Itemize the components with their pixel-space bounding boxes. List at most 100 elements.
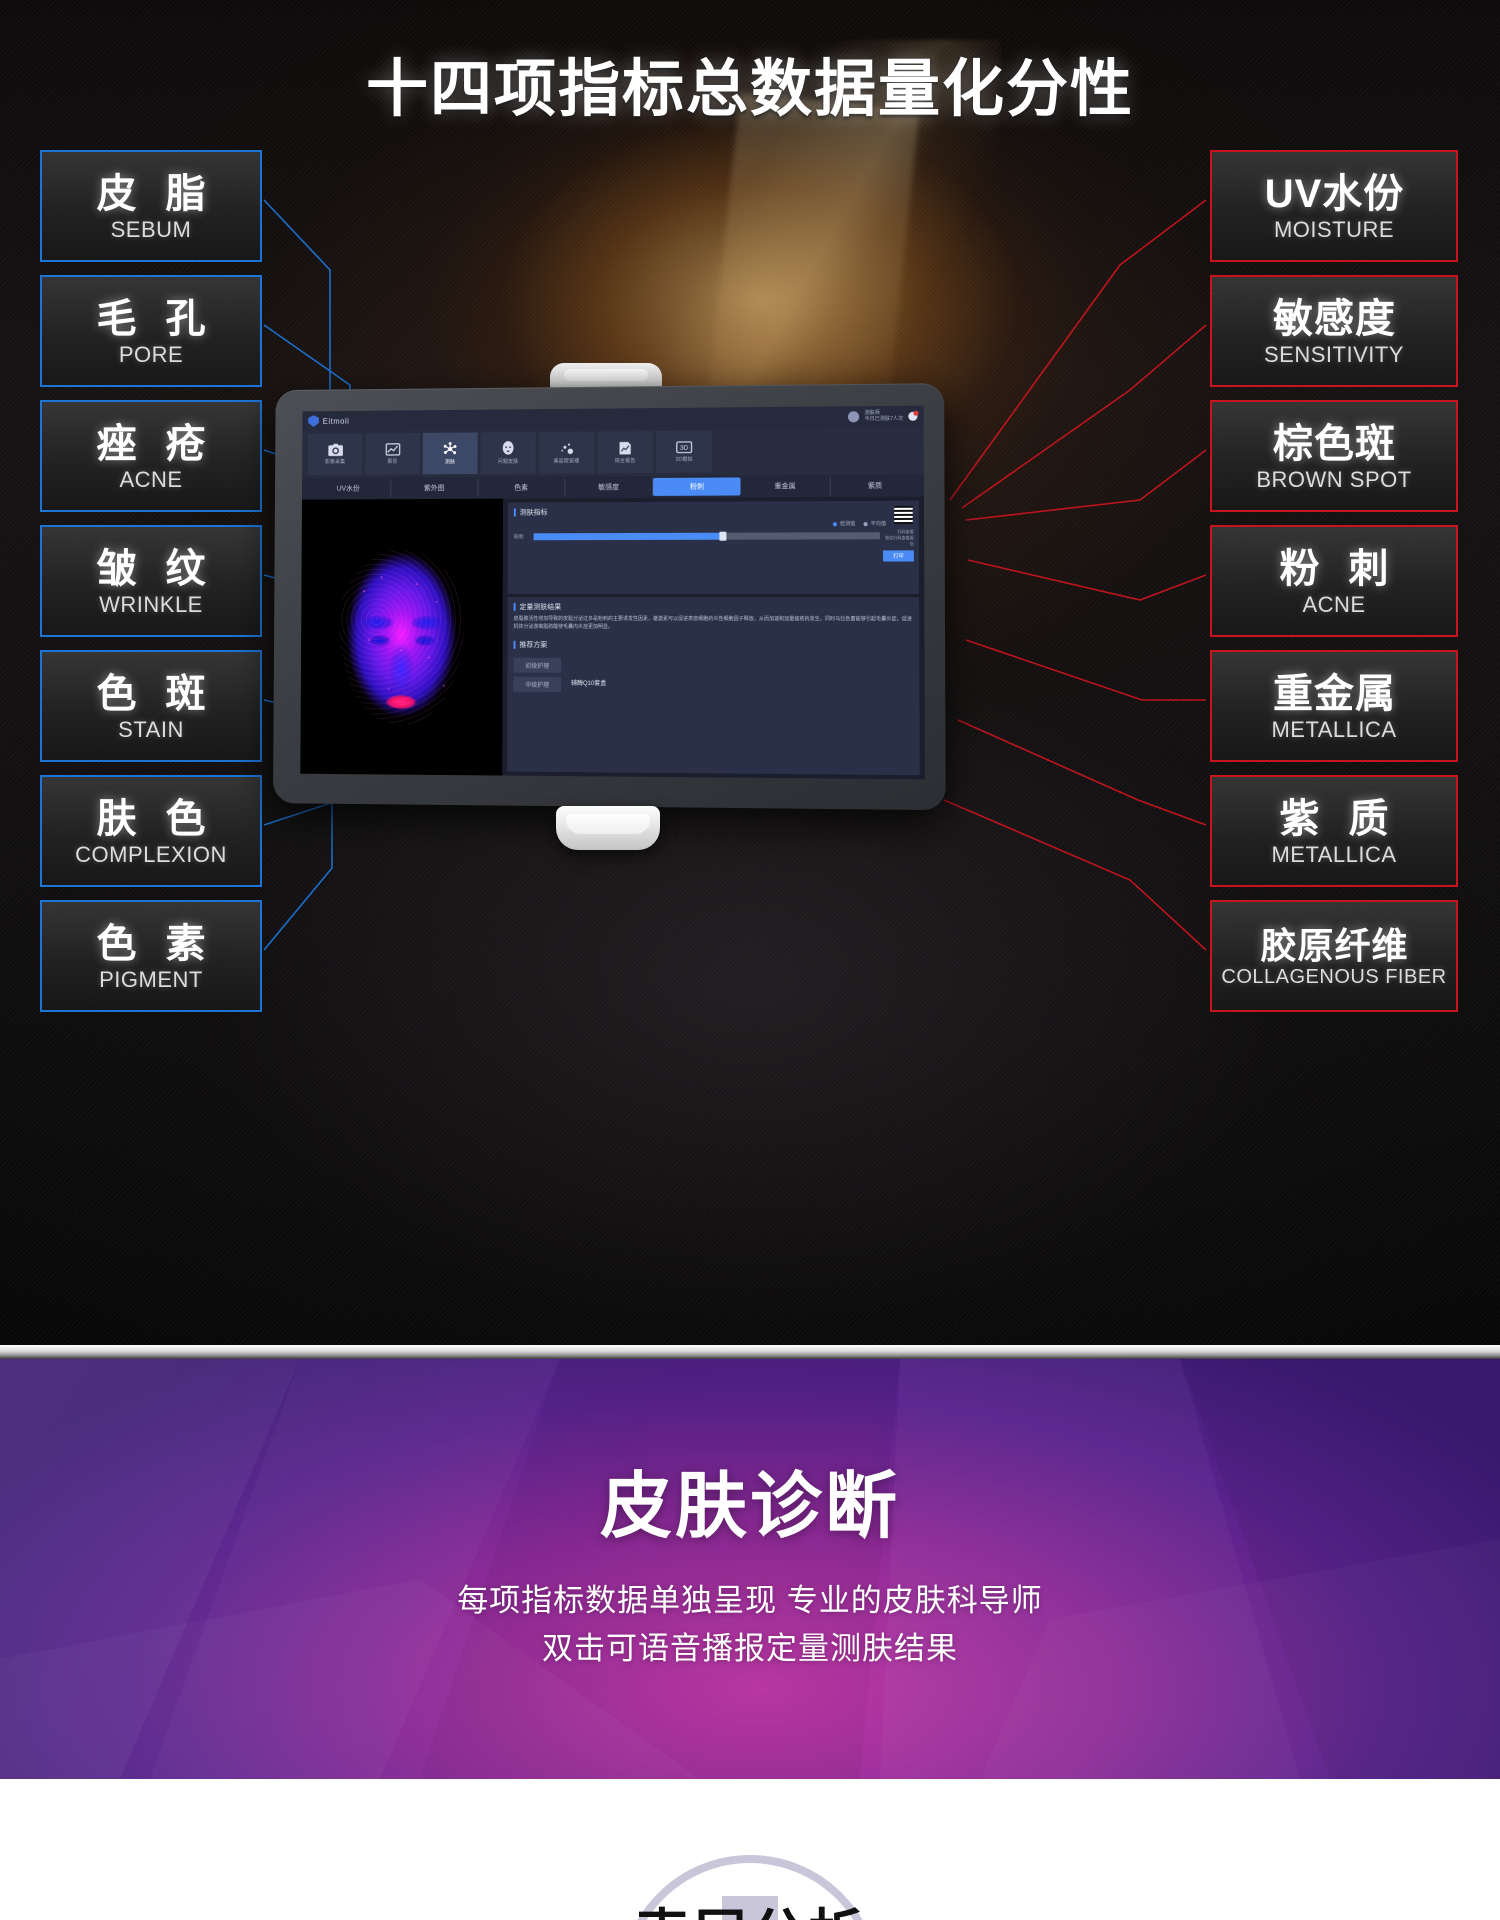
indicator-label-cn: 皮 脂 — [96, 172, 215, 216]
indicator-label-cn: 皱 纹 — [96, 547, 215, 591]
tool-button-capture[interactable]: 影像采集 — [307, 433, 363, 476]
card-accent-bar — [513, 640, 516, 649]
indicator-label-collagen-fiber[interactable]: 胶原纤维 COLLAGENOUS FIBER — [1210, 900, 1458, 1012]
indicator-label-sensitivity[interactable]: 敏感度 SENSITIVITY — [1210, 275, 1458, 387]
tool-label: 报告 — [387, 458, 398, 465]
indicator-label-cn: 毛 孔 — [96, 297, 215, 341]
indicator-label-pore[interactable]: 毛 孔 PORE — [40, 275, 262, 387]
user-subtext: 今日已测肤7人次 — [864, 415, 904, 423]
section-divider — [0, 1345, 1500, 1359]
slider-label: 粉刺 — [513, 534, 524, 541]
legend-label: 检测值 — [839, 521, 856, 528]
tab-uv-image[interactable]: 紫外图 — [391, 478, 479, 498]
tablet-device: Eitmoli 测肤师 今日已测肤7人次 影像采集 报告 测肤 问题皮肤 美容院… — [268, 363, 958, 863]
print-button[interactable]: 打印 — [883, 550, 914, 562]
indicator-label-cn: 紫 质 — [1279, 797, 1398, 841]
footer-title: 表层分析 — [0, 1891, 1500, 1920]
indicator-label-en: METALLICA — [1271, 842, 1397, 867]
indicator-label-comedo[interactable]: 粉 刺 ACNE — [1210, 525, 1458, 637]
indicator-label-brown-spot[interactable]: 棕色斑 BROWN SPOT — [1210, 400, 1458, 512]
uv-face-viewer[interactable] — [300, 498, 504, 776]
bubbles-icon — [559, 441, 574, 455]
user-avatar-icon[interactable] — [848, 410, 860, 422]
legend-item-average: 平均值 — [863, 520, 887, 528]
indicator-label-complexion[interactable]: 肤 色 COMPLEXION — [40, 775, 262, 887]
legend-label: 平均值 — [870, 521, 887, 528]
legend-dot-average — [863, 521, 868, 526]
face-icon — [501, 441, 515, 456]
tool-button-3d[interactable]: 3D 3D模拟 — [656, 430, 713, 473]
tab-uv-moisture[interactable]: UV水份 — [305, 479, 392, 498]
tab-comedo[interactable]: 粉刺 — [653, 477, 741, 496]
brand-name: Eitmoli — [322, 416, 350, 426]
indicator-label-porphyrin[interactable]: 紫 质 METALLICA — [1210, 775, 1458, 887]
result-card: 定量测肤结果 皮脂腺活性增加导致的皮脂分泌过多是粉刺的主要诱发性因素，雄激素可以… — [507, 596, 920, 776]
plan-card-title: 推荐方案 — [519, 641, 548, 649]
indicator-label-en: MOISTURE — [1273, 217, 1395, 242]
qr-code-icon[interactable] — [894, 505, 913, 525]
tool-button-skin-test[interactable]: 测肤 — [422, 432, 478, 475]
brand-shield-icon — [308, 415, 319, 427]
indicator-label-en: METALLICA — [1271, 717, 1397, 742]
tablet-screen[interactable]: Eitmoli 测肤师 今日已测肤7人次 影像采集 报告 测肤 问题皮肤 美容院… — [300, 405, 925, 780]
indicator-card-title: 测肤指标 — [519, 509, 548, 517]
slider-knob[interactable] — [719, 531, 727, 541]
indicator-label-sebum[interactable]: 皮 脂 SEBUM — [40, 150, 262, 262]
tool-button-comprehensive-report[interactable]: 综合报告 — [597, 431, 654, 474]
indicator-label-cn: 色 素 — [96, 922, 215, 966]
indicator-label-cn: 敏感度 — [1273, 297, 1396, 341]
banner-subtitle: 每项指标数据单独呈现 专业的皮肤科导师 双击可语音播报定量测肤结果 — [0, 1577, 1500, 1673]
indicator-card: 测肤指标 检测值 平均值 粉刺 扫码查看 微信扫码查看报告 打印 — [507, 500, 920, 595]
indicator-label-wrinkle[interactable]: 皱 纹 WRINKLE — [40, 525, 262, 637]
tab-porphyrin[interactable]: 紫质 — [830, 476, 919, 495]
indicator-label-cn: 重金属 — [1273, 672, 1396, 716]
indicator-label-acne[interactable]: 痤 疮 ACNE — [40, 400, 262, 512]
indicator-label-cn: 痤 疮 — [96, 422, 215, 466]
tool-button-report[interactable]: 报告 — [365, 432, 420, 475]
indicator-label-en: SEBUM — [110, 217, 192, 242]
tab-sensitivity[interactable]: 敏感度 — [565, 477, 654, 497]
tab-heavy-metal[interactable]: 重金属 — [740, 476, 831, 496]
legend: 检测值 平均值 — [514, 520, 913, 528]
indicator-label-en: WRINKLE — [99, 592, 203, 617]
tab-pigment[interactable]: 色素 — [478, 478, 566, 497]
tool-label: 问题皮肤 — [497, 458, 519, 465]
plan-option-intermediate[interactable]: 中级护理 — [513, 676, 562, 692]
banner-title: 皮肤诊断 — [599, 1467, 900, 1547]
indicator-slider[interactable]: 粉刺 — [513, 531, 913, 541]
indicator-label-cn: 色 斑 — [96, 672, 215, 716]
slider-track[interactable] — [533, 531, 880, 541]
tool-label: 3D模拟 — [675, 456, 693, 463]
notification-icon[interactable] — [908, 411, 918, 421]
plan-card-header: 推荐方案 — [513, 639, 913, 650]
indicator-label-heavy-metal[interactable]: 重金属 METALLICA — [1210, 650, 1458, 762]
tool-label: 影像采集 — [324, 459, 346, 466]
indicator-label-cn: 肤 色 — [96, 797, 215, 841]
app-tab-strip: UV水份 紫外图 色素 敏感度 粉刺 重金属 紫质 — [301, 474, 924, 500]
indicator-label-stain[interactable]: 色 斑 STAIN — [40, 650, 262, 762]
3d-icon: 3D — [676, 441, 692, 454]
tool-button-salon-manage[interactable]: 美容院管理 — [538, 431, 595, 474]
plan-note: 辅酶Q10套盒 — [570, 680, 607, 687]
tablet-stand-bottom — [556, 806, 660, 850]
card-accent-bar — [513, 508, 516, 517]
indicator-label-en: ACNE — [119, 467, 183, 492]
indicator-label-en: ACNE — [1302, 592, 1366, 617]
banner-facets — [0, 1359, 1500, 1779]
indicator-label-moisture[interactable]: UV水份 MOISTURE — [1210, 150, 1458, 262]
indicator-label-en: PORE — [118, 342, 184, 367]
page-title: 十四项指标总数据量化分性 — [365, 55, 1134, 124]
indicator-label-en: BROWN SPOT — [1256, 467, 1412, 492]
svg-text:3D: 3D — [680, 445, 689, 452]
indicator-label-pigment[interactable]: 色 素 PIGMENT — [40, 900, 262, 1012]
camera-icon — [327, 443, 343, 457]
molecule-icon — [442, 442, 458, 457]
legend-item-measured: 检测值 — [832, 520, 856, 528]
app-body: 测肤指标 检测值 平均值 粉刺 扫码查看 微信扫码查看报告 打印 定量测肤结果 … — [300, 496, 925, 780]
card-header: 定量测肤结果 — [513, 602, 913, 612]
side-panel: 扫码查看 微信扫码查看报告 打印 — [883, 529, 914, 562]
tool-button-problem-skin[interactable]: 问题皮肤 — [480, 432, 536, 475]
plan-option-basic[interactable]: 初级护理 — [513, 657, 562, 673]
tablet-bezel: Eitmoli 测肤师 今日已测肤7人次 影像采集 报告 测肤 问题皮肤 美容院… — [273, 383, 946, 811]
